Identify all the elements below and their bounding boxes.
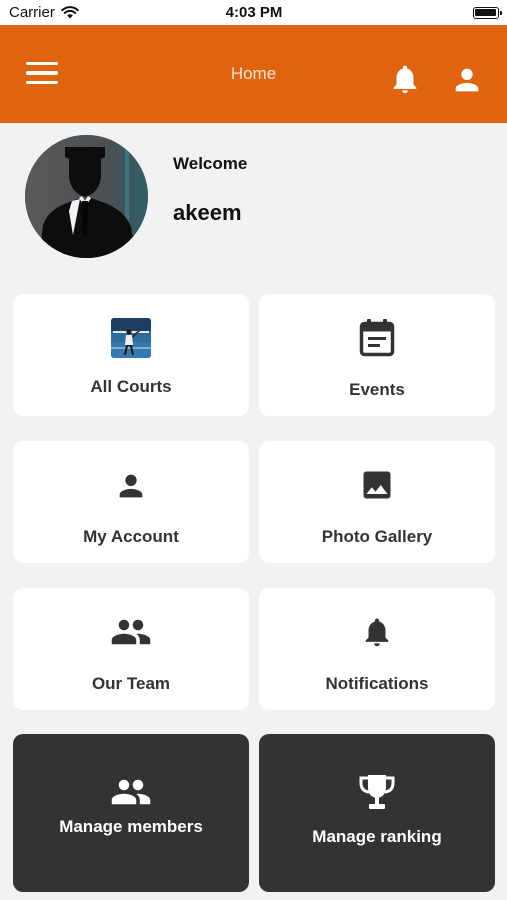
user-icon xyxy=(455,68,479,92)
my-account-tile[interactable]: My Account xyxy=(13,441,249,563)
manage-ranking-tile[interactable]: Manage ranking xyxy=(259,734,495,892)
bell-icon xyxy=(393,65,417,94)
tile-label: Events xyxy=(349,380,405,399)
profile-button[interactable] xyxy=(449,63,485,97)
tile-label: Manage members xyxy=(59,817,203,836)
manage-members-tile[interactable]: Manage members xyxy=(13,734,249,892)
all-courts-tile[interactable]: All Courts xyxy=(13,294,249,416)
bell-icon xyxy=(360,614,394,655)
menu-button[interactable] xyxy=(26,57,66,89)
tile-label: All Courts xyxy=(90,377,172,396)
status-bar: Carrier 4:03 PM xyxy=(0,0,507,25)
photo-gallery-tile[interactable]: Photo Gallery xyxy=(259,441,495,563)
person-icon xyxy=(114,469,148,508)
notifications-button[interactable] xyxy=(388,61,422,97)
battery-icon xyxy=(472,6,502,19)
notifications-tile[interactable]: Notifications xyxy=(259,588,495,710)
welcome-label: Welcome xyxy=(173,154,248,173)
tile-label: Notifications xyxy=(325,674,429,693)
image-icon xyxy=(359,467,395,508)
avatar xyxy=(25,135,148,258)
wifi-icon xyxy=(61,6,79,19)
status-time: 4:03 PM xyxy=(225,4,283,21)
trophy-icon xyxy=(358,772,396,817)
group-icon xyxy=(110,776,152,813)
hamburger-icon xyxy=(26,61,58,66)
tile-label: Manage ranking xyxy=(312,827,442,846)
court-photo-icon xyxy=(111,318,151,358)
carrier-label: Carrier xyxy=(9,4,55,21)
user-name: akeem xyxy=(173,200,242,225)
events-tile[interactable]: Events xyxy=(259,294,495,416)
calendar-icon xyxy=(358,318,396,363)
app-bar: Home xyxy=(0,25,507,123)
status-left: Carrier xyxy=(9,4,129,21)
tile-label: My Account xyxy=(83,527,179,546)
page-title: Home xyxy=(230,64,277,83)
tile-label: Photo Gallery xyxy=(321,527,433,546)
our-team-tile[interactable]: Our Team xyxy=(13,588,249,710)
group-icon xyxy=(110,616,152,653)
status-right xyxy=(379,6,502,19)
tile-label: Our Team xyxy=(91,674,171,693)
